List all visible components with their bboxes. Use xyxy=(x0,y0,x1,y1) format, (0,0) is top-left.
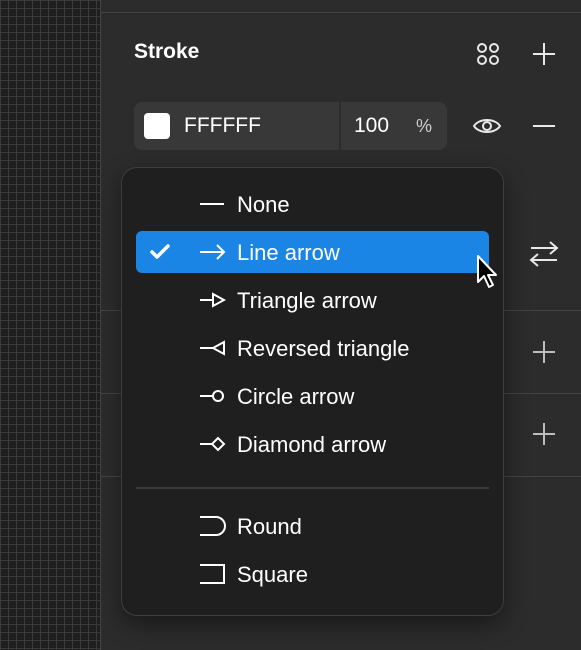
plus-icon xyxy=(533,43,555,65)
add-effect-button[interactable] xyxy=(528,336,560,368)
checkmark-icon xyxy=(150,244,170,259)
menu-item-reversed-triangle[interactable]: Reversed triangle xyxy=(136,327,489,369)
menu-item-label: Triangle arrow xyxy=(237,288,377,313)
menu-item-diamond-arrow[interactable]: Diamond arrow xyxy=(136,423,489,465)
canvas-grid[interactable] xyxy=(0,0,100,650)
diamond-arrow-icon xyxy=(200,436,226,452)
opacity-input[interactable]: 100 xyxy=(354,114,389,138)
menu-item-line-arrow[interactable]: Line arrow xyxy=(136,231,489,273)
menu-item-none[interactable]: None xyxy=(136,183,489,225)
menu-item-label: Round xyxy=(237,514,302,539)
mouse-pointer-icon xyxy=(477,255,497,288)
stroke-color-field[interactable]: FFFFFF 100 % xyxy=(134,102,447,150)
hex-input[interactable]: FFFFFF xyxy=(184,114,261,138)
line-arrow-icon xyxy=(200,244,226,260)
menu-item-label: None xyxy=(237,192,290,217)
circle-arrow-icon xyxy=(200,390,224,402)
remove-stroke-button[interactable] xyxy=(528,110,560,142)
menu-item-label: Diamond arrow xyxy=(237,432,387,457)
menu-item-label: Line arrow xyxy=(237,240,340,265)
section-title: Stroke xyxy=(134,40,200,63)
percent-unit: % xyxy=(416,116,433,136)
reversed-triangle-icon xyxy=(200,340,225,356)
menu-item-label: Circle arrow xyxy=(237,384,355,409)
add-export-button[interactable] xyxy=(528,418,560,450)
stroke-endpoint-menu: None Line arrow Triangle arrow Reversed … xyxy=(121,167,504,616)
swap-arrows-icon xyxy=(529,241,559,267)
divider xyxy=(100,12,581,13)
menu-item-label: Square xyxy=(237,562,308,587)
triangle-arrow-icon xyxy=(200,292,226,308)
none-line-icon xyxy=(200,203,224,205)
menu-item-triangle-arrow[interactable]: Triangle arrow xyxy=(136,279,489,321)
menu-item-square[interactable]: Square xyxy=(136,553,489,595)
square-cap-icon xyxy=(200,564,225,584)
round-cap-icon xyxy=(200,516,226,536)
menu-item-round[interactable]: Round xyxy=(136,505,489,547)
plus-icon xyxy=(533,341,555,363)
styles-grid-button[interactable] xyxy=(472,38,504,70)
color-swatch[interactable] xyxy=(144,113,170,139)
menu-item-label: Reversed triangle xyxy=(237,336,410,361)
add-stroke-button[interactable] xyxy=(528,38,560,70)
toggle-visibility-button[interactable] xyxy=(471,110,503,142)
field-divider xyxy=(339,102,341,150)
minus-icon xyxy=(533,125,555,127)
four-dots-icon xyxy=(477,43,499,65)
menu-item-circle-arrow[interactable]: Circle arrow xyxy=(136,375,489,417)
menu-separator xyxy=(136,487,489,489)
plus-icon xyxy=(533,423,555,445)
eye-icon xyxy=(472,119,502,133)
swap-endpoints-button[interactable] xyxy=(528,238,560,270)
